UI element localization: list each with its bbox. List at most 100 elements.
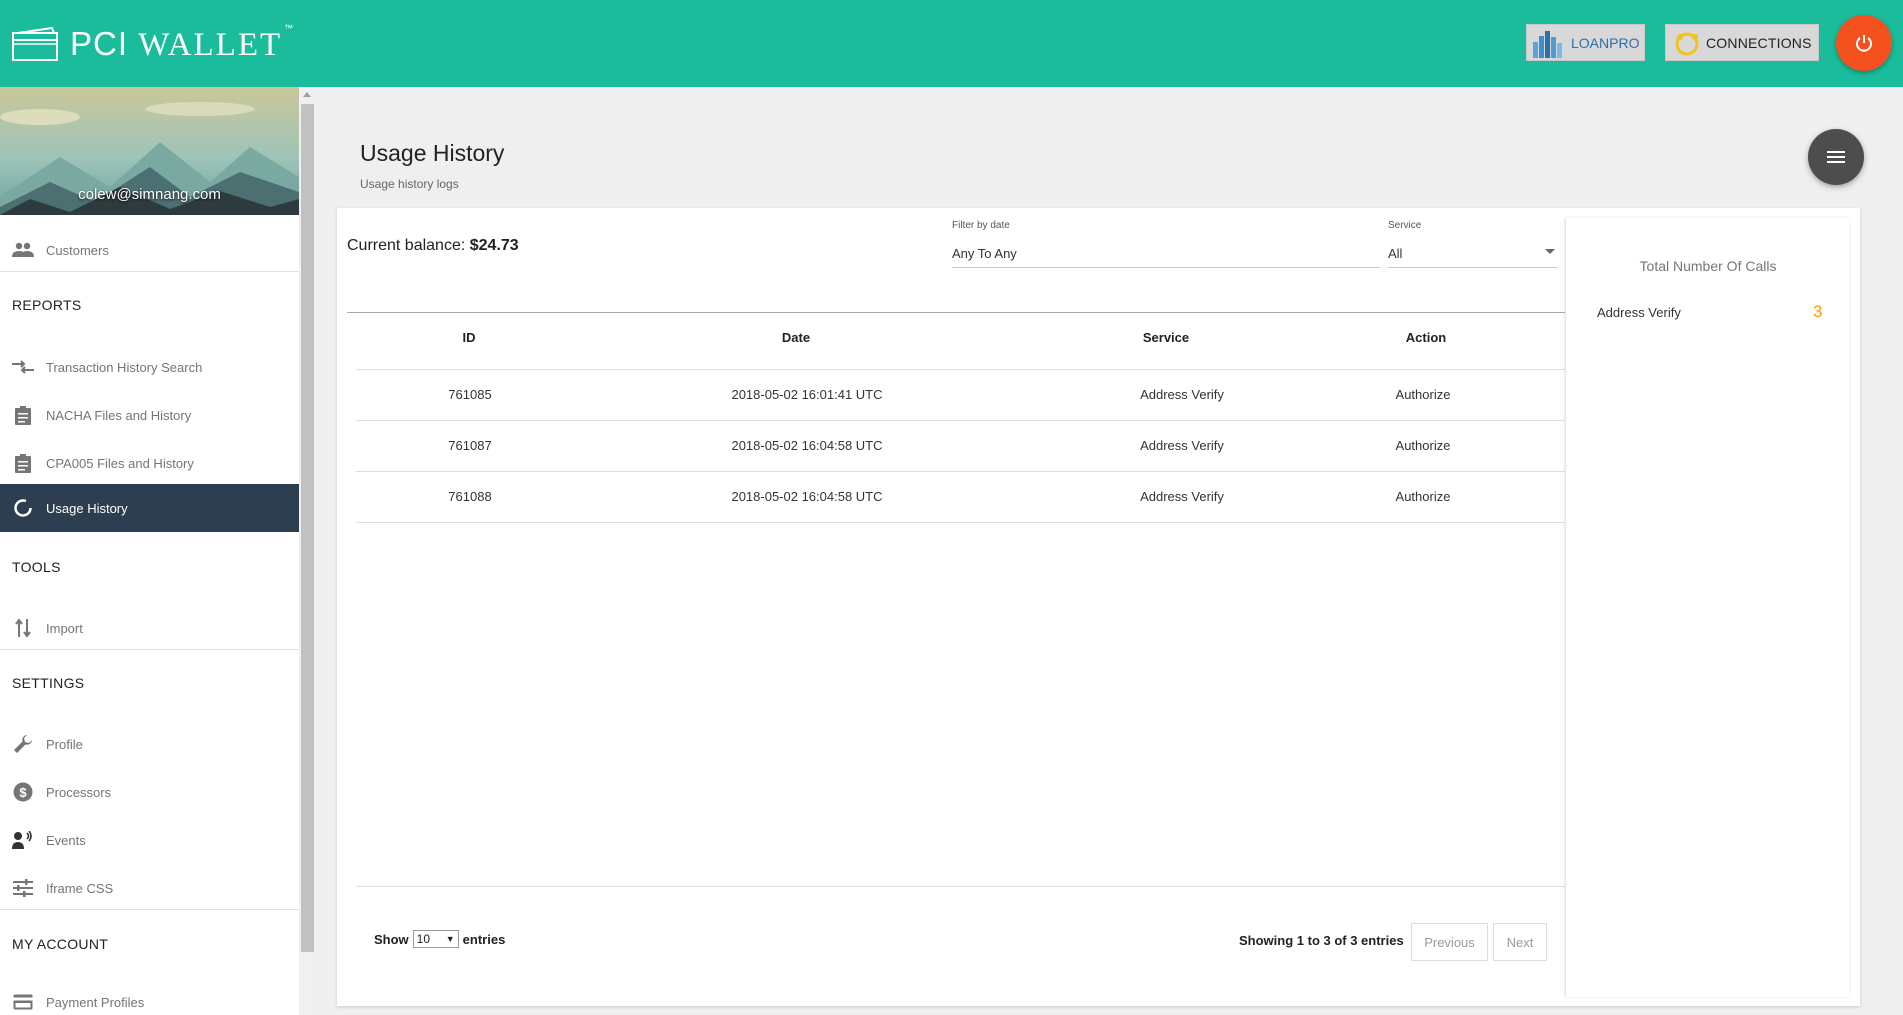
loanpro-button[interactable]: LOANPRO xyxy=(1526,24,1645,61)
clipboard-icon xyxy=(12,452,34,474)
table-top-border xyxy=(347,312,1565,313)
previous-page-button[interactable]: Previous xyxy=(1411,923,1488,961)
show-label: Show xyxy=(374,931,409,947)
cell-date: 2018-05-02 16:04:58 UTC xyxy=(731,438,883,453)
page-subtitle: Usage history logs xyxy=(360,177,459,191)
showing-entries-info: Showing 1 to 3 of 3 entries xyxy=(1239,933,1404,948)
donut-progress-icon xyxy=(12,497,34,519)
column-header-id[interactable]: ID xyxy=(444,330,494,345)
scroll-up-arrow-icon[interactable] xyxy=(303,92,311,97)
loanpro-label: LOANPRO xyxy=(1571,34,1640,51)
power-icon xyxy=(1854,33,1874,53)
power-button[interactable] xyxy=(1836,15,1892,71)
calls-service-label: Address Verify xyxy=(1597,305,1681,320)
sidebar-item-label: Iframe CSS xyxy=(46,880,114,896)
sidebar-item-label: Profile xyxy=(46,736,83,752)
page-title: Usage History xyxy=(360,140,505,166)
divider xyxy=(0,909,299,910)
current-balance: Current balance: $24.73 xyxy=(347,237,519,255)
wrench-icon xyxy=(12,733,34,755)
sidebar-item-events[interactable]: Events xyxy=(0,816,299,864)
sidebar-item-label: Transaction History Search xyxy=(46,359,203,375)
loanpro-logo-icon xyxy=(1531,28,1567,58)
table-row-bottom-border xyxy=(356,522,1565,523)
sidebar-item-label: Usage History xyxy=(46,500,128,516)
calls-summary-title: Total Number Of Calls xyxy=(1639,258,1777,274)
sidebar-item-customers[interactable]: Customers xyxy=(0,226,299,274)
dollar-circle-icon: $ xyxy=(12,781,34,803)
balance-value: $24.73 xyxy=(469,237,519,254)
credit-card-icon xyxy=(12,991,34,1013)
top-bar: PCI WALLET ™ LOANPRO CONNECTIONS xyxy=(0,0,1903,87)
cell-service: Address Verify xyxy=(1140,489,1224,504)
divider xyxy=(0,271,299,272)
sidebar-item-label: Payment Profiles xyxy=(46,994,145,1010)
caret-down-icon: ▼ xyxy=(445,934,455,944)
sidebar-item-label: Customers xyxy=(46,242,109,258)
sidebar-item-import[interactable]: Import xyxy=(0,604,299,652)
logo-text: PCI WALLET xyxy=(70,24,283,63)
cell-action: Authorize xyxy=(1395,438,1451,453)
person-voice-icon xyxy=(12,829,34,851)
section-heading-my-account: MY ACCOUNT xyxy=(12,936,109,952)
cell-id: 761085 xyxy=(448,387,492,402)
cell-id: 761088 xyxy=(448,489,492,504)
sidebar-item-cpa005[interactable]: CPA005 Files and History xyxy=(0,439,299,487)
column-header-action[interactable]: Action xyxy=(1376,330,1476,345)
people-icon xyxy=(12,239,34,261)
column-header-service[interactable]: Service xyxy=(1116,330,1216,345)
connections-button[interactable]: CONNECTIONS xyxy=(1665,24,1819,61)
divider xyxy=(0,649,299,650)
page-length-select[interactable]: 10 ▼ xyxy=(412,930,459,948)
sidebar-profile-header: colew@simnang.com xyxy=(0,87,299,215)
app-logo[interactable]: PCI WALLET ™ xyxy=(12,23,294,64)
sidebar-item-label: Processors xyxy=(46,784,112,800)
hamburger-menu-icon xyxy=(1827,150,1845,164)
connections-label: CONNECTIONS xyxy=(1706,34,1812,51)
compare-arrows-icon xyxy=(12,356,34,378)
filter-date-input[interactable]: Any To Any xyxy=(952,246,1380,268)
clipboard-icon xyxy=(12,404,34,426)
cell-action: Authorize xyxy=(1395,387,1451,402)
chevron-down-icon[interactable] xyxy=(1545,249,1555,254)
page-length-control: Show 10 ▼ entries xyxy=(374,930,505,948)
next-page-button[interactable]: Next xyxy=(1493,923,1547,961)
user-email: colew@simnang.com xyxy=(78,186,221,203)
table-row[interactable]: 761088 2018-05-02 16:04:58 UTC Address V… xyxy=(356,471,1565,522)
calls-count: 3 xyxy=(1813,302,1823,321)
calls-summary-panel: Total Number Of Calls Address Verify 3 xyxy=(1565,218,1849,997)
sidebar-item-processors[interactable]: $ Processors xyxy=(0,768,299,816)
sidebar-item-label: NACHA Files and History xyxy=(46,407,192,423)
table-row[interactable]: 761087 2018-05-02 16:04:58 UTC Address V… xyxy=(356,420,1565,471)
sidebar-item-payment-profiles[interactable]: Payment Profiles xyxy=(0,978,299,1015)
table-row[interactable]: 761085 2018-05-02 16:01:41 UTC Address V… xyxy=(356,369,1565,420)
balance-label: Current balance: xyxy=(347,237,466,254)
menu-button[interactable] xyxy=(1808,129,1864,185)
section-heading-tools: TOOLS xyxy=(12,559,61,575)
cell-service: Address Verify xyxy=(1140,387,1224,402)
entries-label: entries xyxy=(462,931,506,947)
import-arrows-icon xyxy=(12,617,34,639)
sidebar-item-profile[interactable]: Profile xyxy=(0,720,299,768)
filter-date-label: Filter by date xyxy=(952,220,1010,231)
service-select[interactable]: All xyxy=(1388,246,1558,268)
cell-id: 761087 xyxy=(448,438,492,453)
scrollbar-thumb[interactable] xyxy=(301,104,314,952)
sidebar-item-iframe-css[interactable]: Iframe CSS xyxy=(0,864,299,912)
tune-sliders-icon xyxy=(12,877,34,899)
connections-ring-icon xyxy=(1672,28,1702,58)
wallet-card-icon xyxy=(12,26,58,61)
cell-date: 2018-05-02 16:04:58 UTC xyxy=(731,489,883,504)
logo-trademark: ™ xyxy=(284,23,294,33)
sidebar-item-usage-history[interactable]: Usage History xyxy=(0,484,299,532)
sidebar-item-transaction-history[interactable]: Transaction History Search xyxy=(0,343,299,391)
sidebar-item-nacha[interactable]: NACHA Files and History xyxy=(0,391,299,439)
sidebar-item-label: Events xyxy=(46,832,86,848)
svg-text:$: $ xyxy=(19,785,27,800)
cell-service: Address Verify xyxy=(1140,438,1224,453)
sidebar-item-label: Import xyxy=(46,620,83,636)
column-header-date[interactable]: Date xyxy=(746,330,846,345)
sidebar-scrollbar[interactable] xyxy=(299,87,316,1015)
section-heading-settings: SETTINGS xyxy=(12,675,85,691)
table-footer-border xyxy=(356,886,1565,887)
